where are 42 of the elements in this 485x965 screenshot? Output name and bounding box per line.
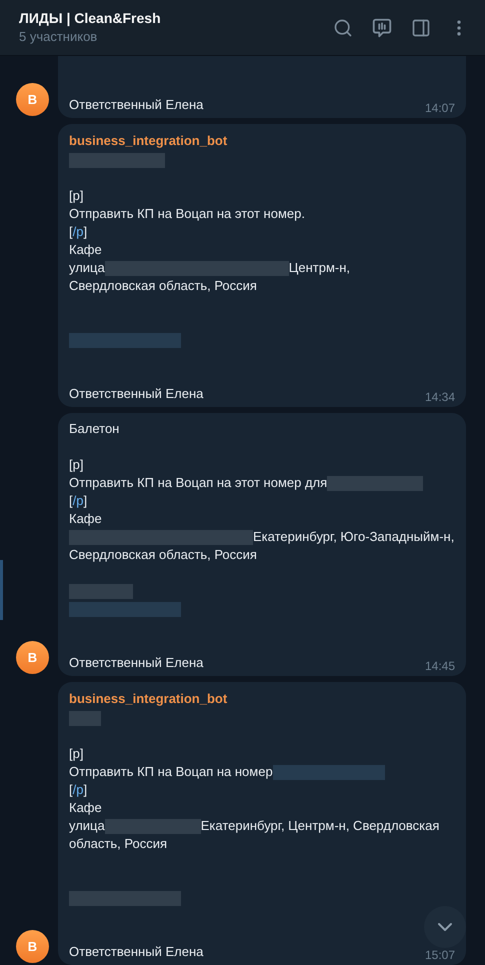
- signature-text: Ответственный Елена: [69, 96, 204, 114]
- sender-name[interactable]: business_integration_bot: [69, 689, 455, 709]
- signature-text: Ответственный Елена: [69, 654, 204, 672]
- signature-text: Ответственный Елена: [69, 385, 204, 403]
- message-text: Кафе: [69, 241, 102, 259]
- chat-title: ЛИДЫ | Clean&Fresh: [19, 8, 162, 26]
- sender-name[interactable]: business_integration_bot: [69, 131, 455, 151]
- message-text: Свердловская область, Россия: [69, 277, 257, 295]
- message-text: ]: [83, 223, 88, 241]
- command-link[interactable]: /p: [72, 223, 84, 241]
- message-time: 14:45: [424, 658, 455, 675]
- member-count: 5 участников: [19, 28, 98, 46]
- side-panel-icon[interactable]: [411, 18, 431, 38]
- message-text: улица: [69, 817, 105, 835]
- message-text: [: [69, 781, 73, 799]
- message-text: Кафе: [69, 510, 102, 528]
- message-text: Отправить КП на Воцап на номер: [69, 763, 273, 781]
- message-text: ]: [83, 492, 88, 510]
- message-time: 15:07: [424, 947, 455, 964]
- message-text: улица: [69, 259, 105, 277]
- message-text: Кафе: [69, 799, 102, 817]
- search-icon[interactable]: [333, 18, 353, 38]
- message-text: Екатеринбург, Юго-Западныйм-н,: [253, 528, 454, 546]
- message-text: [p]: [69, 745, 84, 763]
- message-text: Екатеринбург, Центрм-н, Свердловская: [200, 817, 440, 835]
- message-text: Балетон: [69, 420, 120, 438]
- message-text: [p]: [69, 456, 84, 474]
- message-text: [: [69, 492, 73, 510]
- message-text: Центрм-н,: [288, 259, 350, 277]
- chat-bars-icon[interactable]: [371, 16, 393, 38]
- message-text: [p]: [69, 187, 84, 205]
- signature-text: Ответственный Елена: [69, 943, 204, 961]
- message-text: Отправить КП на Воцап на этот номер для: [69, 474, 328, 492]
- command-link[interactable]: /p: [72, 781, 84, 799]
- message-text: ]: [83, 781, 88, 799]
- message-time: 14:34: [424, 389, 455, 406]
- message-text: [: [69, 223, 73, 241]
- message-text: Свердловская область, Россия: [69, 546, 257, 564]
- message-text: Отправить КП на Воцап на этот номер.: [69, 205, 305, 223]
- message-text: область, Россия: [69, 835, 167, 853]
- message-time: 14:07: [424, 100, 455, 117]
- command-link[interactable]: /p: [72, 492, 84, 510]
